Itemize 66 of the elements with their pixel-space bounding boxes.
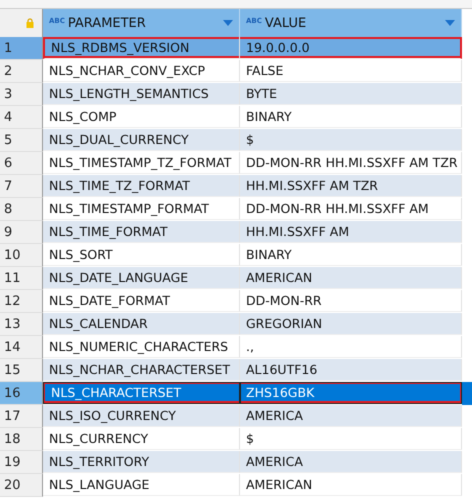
table-cell[interactable]: NLS_DUAL_CURRENCY — [43, 129, 240, 151]
table-cell[interactable]: NLS_DATE_LANGUAGE — [43, 267, 240, 289]
row-number: 5 — [0, 129, 43, 152]
dropdown-caret-icon[interactable] — [445, 20, 455, 26]
table-cell[interactable]: NLS_DATE_FORMAT — [43, 290, 240, 312]
table-cell[interactable]: NLS_LENGTH_SEMANTICS — [43, 83, 240, 105]
table-cell[interactable]: AMERICA — [240, 451, 462, 473]
table-cell[interactable]: ZHS16GBK — [240, 382, 462, 404]
table-cell[interactable]: BYTE — [240, 83, 462, 105]
row-number: 17 — [0, 405, 43, 428]
row-number: 4 — [0, 106, 43, 129]
table-cell[interactable]: $ — [240, 428, 462, 450]
row-number: 9 — [0, 221, 43, 244]
table-cell[interactable]: NLS_SORT — [43, 244, 240, 266]
table-cell[interactable]: NLS_CALENDAR — [43, 313, 240, 335]
row-number: 1 — [0, 37, 43, 60]
row-number: 19 — [0, 451, 43, 474]
table-cell[interactable]: BINARY — [240, 106, 462, 128]
table-cell[interactable]: NLS_NUMERIC_CHARACTERS — [43, 336, 240, 358]
row-number: 8 — [0, 198, 43, 221]
row-number: 12 — [0, 290, 43, 313]
row-number: 16 — [0, 382, 43, 405]
row-number: 2 — [0, 60, 43, 83]
table-cell[interactable]: NLS_RDBMS_VERSION — [43, 37, 240, 59]
table-cell[interactable]: NLS_TIMESTAMP_TZ_FORMAT — [43, 152, 240, 174]
table-cell[interactable]: NLS_COMP — [43, 106, 240, 128]
table-cell[interactable]: AMERICAN — [240, 474, 462, 496]
column-label: VALUE — [264, 16, 308, 30]
row-number: 10 — [0, 244, 43, 267]
row-number: 20 — [0, 474, 43, 497]
table-cell[interactable]: DD-MON-RR HH.MI.SSXFF AM TZR — [240, 152, 462, 174]
table-cell[interactable]: AL16UTF16 — [240, 359, 462, 381]
row-number: 6 — [0, 152, 43, 175]
row-number: 18 — [0, 428, 43, 451]
row-number: 14 — [0, 336, 43, 359]
table-cell[interactable]: NLS_NCHAR_CHARACTERSET — [43, 359, 240, 381]
row-number: 7 — [0, 175, 43, 198]
table-cell[interactable]: AMERICA — [240, 405, 462, 427]
table-cell[interactable]: NLS_TIME_FORMAT — [43, 221, 240, 243]
column-label: PARAMETER — [68, 16, 147, 30]
table-cell[interactable]: NLS_TIME_TZ_FORMAT — [43, 175, 240, 197]
row-number: 11 — [0, 267, 43, 290]
table-cell[interactable]: HH.MI.SSXFF AM — [240, 221, 462, 243]
table-cell[interactable]: NLS_LANGUAGE — [43, 474, 240, 496]
row-number: 13 — [0, 313, 43, 336]
table-cell[interactable]: NLS_NCHAR_CONV_EXCP — [43, 60, 240, 82]
table-cell[interactable]: HH.MI.SSXFF AM TZR — [240, 175, 462, 197]
table-cell[interactable]: NLS_TERRITORY — [43, 451, 240, 473]
table-cell[interactable]: NLS_ISO_CURRENCY — [43, 405, 240, 427]
table-cell[interactable]: NLS_TIMESTAMP_FORMAT — [43, 198, 240, 220]
row-number: 3 — [0, 83, 43, 106]
table-cell[interactable]: GREGORIAN — [240, 313, 462, 335]
table-cell[interactable]: ., — [240, 336, 462, 358]
table-cell[interactable]: AMERICAN — [240, 267, 462, 289]
row-number: 15 — [0, 359, 43, 382]
dropdown-caret-icon[interactable] — [223, 20, 233, 26]
table-cell[interactable]: FALSE — [240, 60, 462, 82]
table-cell[interactable]: 19.0.0.0.0 — [240, 37, 462, 59]
lock-icon — [26, 18, 34, 28]
table-cell[interactable]: NLS_CURRENCY — [43, 428, 240, 450]
table-cell[interactable]: DD-MON-RR — [240, 290, 462, 312]
table-cell[interactable]: DD-MON-RR HH.MI.SSXFF AM — [240, 198, 462, 220]
row-highlight — [462, 382, 472, 405]
table-cell[interactable]: BINARY — [240, 244, 462, 266]
table-cell[interactable]: NLS_CHARACTERSET — [43, 382, 240, 404]
table-cell[interactable]: $ — [240, 129, 462, 151]
